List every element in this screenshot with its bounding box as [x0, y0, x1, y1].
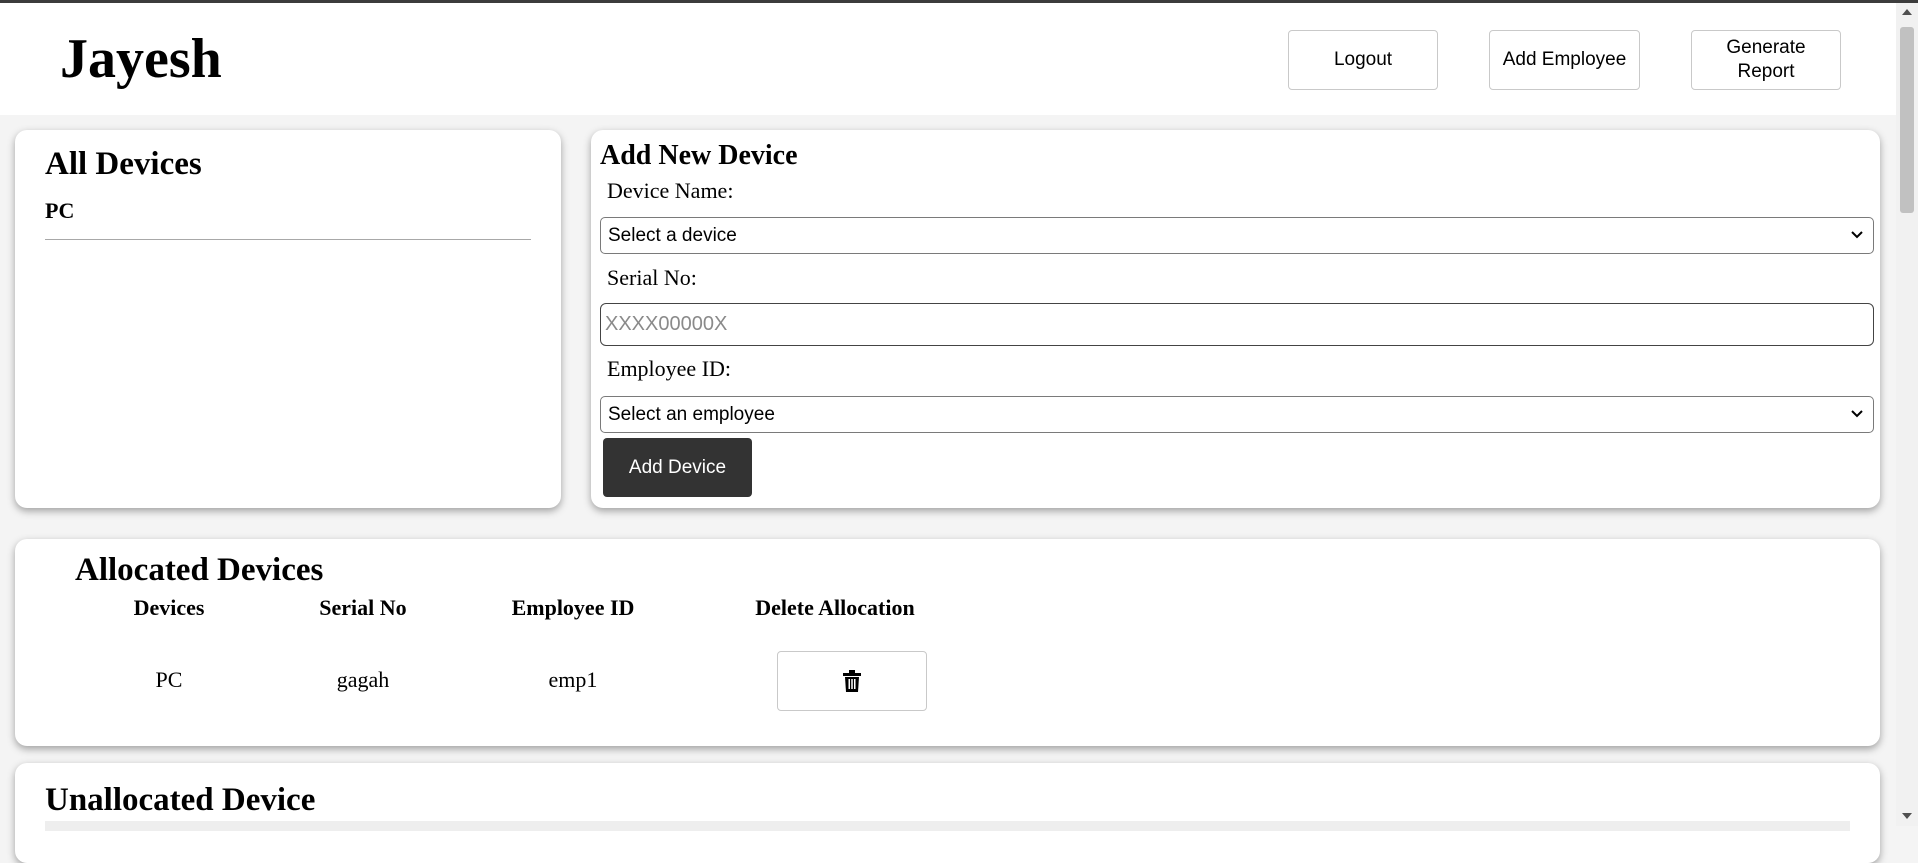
- allocated-devices-card: Allocated Devices Devices Serial No Empl…: [15, 539, 1880, 746]
- page-scrollbar[interactable]: [1896, 3, 1918, 826]
- device-select-value: Select a device: [608, 224, 737, 246]
- table-cell-device: PC: [155, 667, 183, 692]
- table-cell-employee: emp1: [548, 667, 598, 692]
- scroll-up-icon[interactable]: [1902, 9, 1912, 15]
- add-device-button[interactable]: Add Device: [603, 438, 752, 497]
- unallocated-devices-title: Unallocated Device: [45, 782, 316, 818]
- employee-id-select[interactable]: Select an employee: [600, 396, 1874, 433]
- all-devices-card: All Devices PC: [15, 130, 561, 508]
- app-header: Jayesh Logout Add Employee Generate Repo…: [0, 3, 1896, 115]
- brand-title: Jayesh: [60, 28, 222, 90]
- chevron-down-icon: [1851, 410, 1863, 418]
- unallocated-table-header: [45, 821, 1850, 831]
- add-employee-button[interactable]: Add Employee: [1489, 30, 1640, 90]
- trash-icon: [843, 670, 861, 692]
- column-header-delete: Delete Allocation: [755, 595, 915, 620]
- generate-report-button[interactable]: Generate Report: [1691, 30, 1841, 90]
- column-header-devices: Devices: [133, 595, 205, 620]
- employee-id-label: Employee ID:: [607, 356, 732, 381]
- scrollbar-thumb[interactable]: [1900, 27, 1914, 213]
- employee-select-value: Select an employee: [608, 403, 775, 425]
- serial-no-label: Serial No:: [607, 265, 697, 290]
- scroll-down-icon[interactable]: [1902, 813, 1912, 819]
- add-device-card: Add New Device Device Name: Select a dev…: [591, 130, 1880, 508]
- logout-button[interactable]: Logout: [1288, 30, 1438, 90]
- chevron-down-icon: [1851, 231, 1863, 239]
- column-header-serial: Serial No: [319, 595, 407, 620]
- table-cell-serial: gagah: [336, 667, 390, 692]
- device-name-label: Device Name:: [607, 178, 734, 203]
- allocated-devices-title: Allocated Devices: [75, 552, 324, 588]
- serial-no-input[interactable]: [600, 303, 1874, 346]
- delete-allocation-button[interactable]: [777, 651, 927, 711]
- unallocated-devices-card: Unallocated Device: [15, 763, 1880, 863]
- all-devices-title: All Devices: [45, 146, 202, 182]
- device-name-select[interactable]: Select a device: [600, 217, 1874, 254]
- device-list-item[interactable]: PC: [45, 196, 531, 240]
- column-header-employee: Employee ID: [511, 595, 635, 620]
- add-device-title: Add New Device: [600, 140, 798, 171]
